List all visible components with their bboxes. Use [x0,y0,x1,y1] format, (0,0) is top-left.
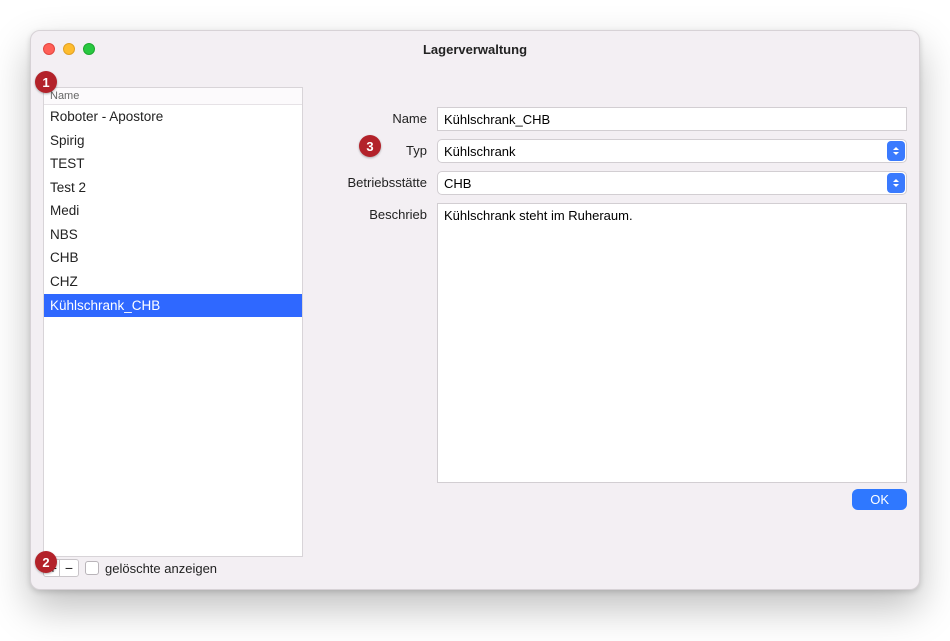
minus-icon: − [65,561,73,575]
ok-button[interactable]: OK [852,489,907,510]
show-deleted-checkbox[interactable] [85,561,99,575]
form: 3 Name Typ Betriebsstätte Beschrieb [317,107,907,483]
left-pane: 1 2 Name Roboter - ApostoreSpirigTESTTes… [43,67,303,577]
list-item[interactable]: NBS [44,223,302,247]
site-label: Betriebsstätte [317,171,427,190]
name-label: Name [317,107,427,126]
list-item[interactable]: CHZ [44,270,302,294]
storage-list: Name Roboter - ApostoreSpirigTESTTest 2M… [43,87,303,557]
list-item[interactable]: Medi [44,199,302,223]
traffic-lights [43,43,95,55]
list-item[interactable]: Roboter - Apostore [44,105,302,129]
list-items[interactable]: Roboter - ApostoreSpirigTESTTest 2MediNB… [44,105,302,556]
type-select-wrap [437,139,907,163]
remove-button[interactable]: − [59,559,79,577]
list-item[interactable]: Test 2 [44,176,302,200]
list-item[interactable]: Spirig [44,129,302,153]
right-pane: 3 Name Typ Betriebsstätte Beschrieb OK [317,67,907,577]
window-title: Lagerverwaltung [31,42,919,57]
list-item[interactable]: TEST [44,152,302,176]
list-item[interactable]: CHB [44,246,302,270]
desc-label: Beschrieb [317,203,427,222]
desc-field[interactable] [437,203,907,483]
name-field[interactable] [437,107,907,131]
list-item[interactable]: Kühlschrank_CHB [44,294,302,318]
site-select[interactable] [437,171,907,195]
close-icon[interactable] [43,43,55,55]
window: Lagerverwaltung 1 2 Name Roboter - Apost… [30,30,920,590]
titlebar: Lagerverwaltung [31,31,919,67]
list-column-header: Name [44,88,302,105]
list-toolbar: + − gelöschte anzeigen [43,559,303,577]
maximize-icon[interactable] [83,43,95,55]
annotation-badge-1: 1 [35,71,57,93]
site-select-wrap [437,171,907,195]
content: 1 2 Name Roboter - ApostoreSpirigTESTTes… [31,67,919,589]
annotation-badge-2: 2 [35,551,57,573]
type-select[interactable] [437,139,907,163]
annotation-badge-3: 3 [359,135,381,157]
minimize-icon[interactable] [63,43,75,55]
show-deleted-label: gelöschte anzeigen [105,561,217,576]
footer: OK [317,489,907,510]
